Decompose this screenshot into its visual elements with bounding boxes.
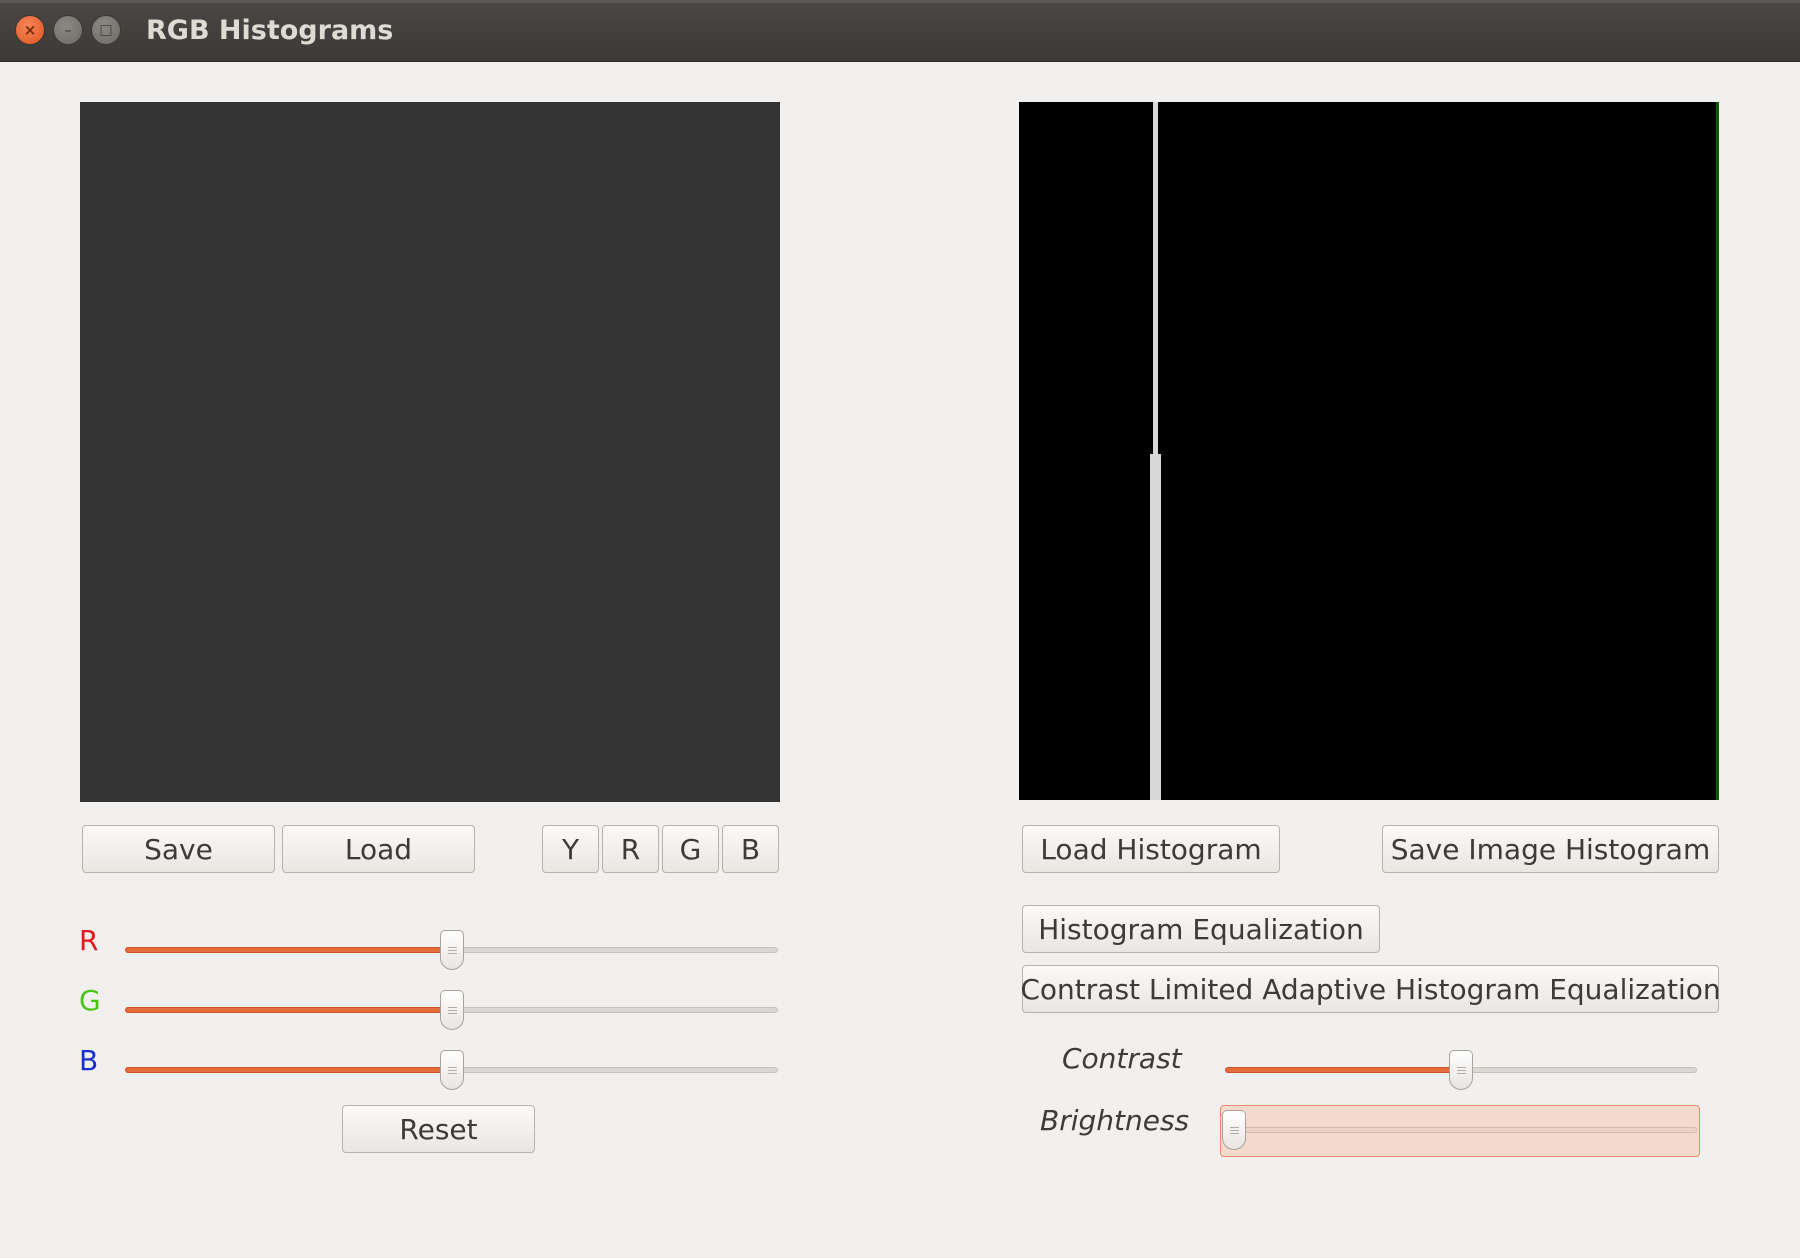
load-button[interactable]: Load	[282, 825, 475, 873]
histogram-edge-line	[1716, 102, 1719, 800]
r-slider-label: R	[79, 924, 99, 957]
brightness-slider[interactable]	[1225, 1125, 1697, 1135]
contrast-slider-handle[interactable]	[1449, 1050, 1473, 1090]
close-icon: ×	[23, 20, 37, 39]
channel-r-button[interactable]: R	[602, 825, 659, 873]
minimize-window-button[interactable]: –	[53, 15, 83, 45]
r-slider-handle[interactable]	[440, 930, 464, 970]
g-slider-label: G	[79, 984, 101, 1017]
histogram-display	[1019, 102, 1719, 800]
b-slider-label: B	[79, 1044, 99, 1077]
minimize-icon: –	[64, 20, 72, 39]
image-display	[80, 102, 780, 802]
channel-y-button[interactable]: Y	[542, 825, 599, 873]
g-slider-handle[interactable]	[440, 990, 464, 1030]
save-image-histogram-button[interactable]: Save Image Histogram	[1382, 825, 1719, 873]
g-slider-fill	[125, 1007, 452, 1013]
b-slider-handle[interactable]	[440, 1050, 464, 1090]
channel-g-button[interactable]: G	[662, 825, 719, 873]
contrast-slider-fill	[1225, 1067, 1461, 1073]
histogram-equalization-button[interactable]: Histogram Equalization	[1022, 905, 1380, 953]
brightness-label: Brightness	[1040, 1104, 1190, 1137]
reset-button[interactable]: Reset	[342, 1105, 535, 1153]
window-title: RGB Histograms	[146, 15, 394, 46]
histogram-bar	[1150, 454, 1153, 800]
r-slider-fill	[125, 947, 452, 953]
close-window-button[interactable]: ×	[15, 15, 45, 45]
title-bar-top-edge	[0, 0, 1800, 3]
clahe-button[interactable]: Contrast Limited Adaptive Histogram Equa…	[1020, 965, 1721, 1013]
load-histogram-button[interactable]: Load Histogram	[1022, 825, 1280, 873]
maximize-window-button[interactable]: □	[91, 15, 121, 45]
contrast-label: Contrast	[1062, 1042, 1182, 1075]
maximize-icon: □	[99, 22, 113, 38]
brightness-slider-track	[1225, 1127, 1697, 1133]
channel-b-button[interactable]: B	[722, 825, 779, 873]
save-button[interactable]: Save	[82, 825, 275, 873]
brightness-slider-handle[interactable]	[1222, 1110, 1246, 1150]
histogram-bar	[1158, 454, 1161, 800]
b-slider-fill	[125, 1067, 452, 1073]
